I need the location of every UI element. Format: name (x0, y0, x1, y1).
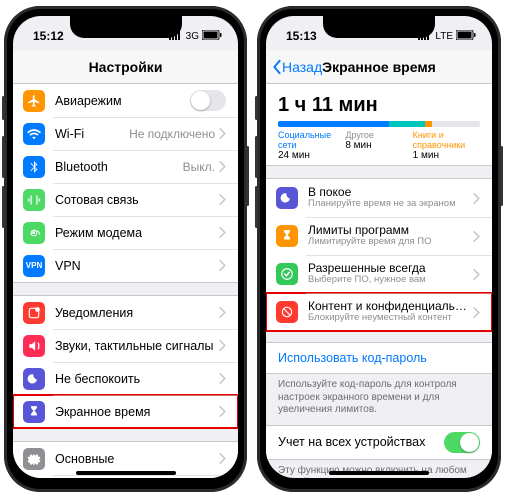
battery-icon (456, 30, 476, 43)
phone-screentime: 15:13 LTE Назад Экранное время 1 ч 11 ми… (257, 6, 501, 492)
total-time[interactable]: 1 ч 11 мин (266, 84, 492, 121)
row-label: Режим модема (55, 226, 219, 240)
chevron-right-icon (219, 227, 226, 238)
dnd-icon (23, 368, 45, 390)
settings-row-screentime[interactable]: Экранное время (13, 395, 238, 428)
feature-text: В покоеПланируйте время не за экраном (308, 186, 473, 211)
usage-seg-1 (389, 121, 425, 127)
settings-row-cc[interactable]: Пункт управления (13, 475, 238, 478)
screentime-icon (23, 401, 45, 423)
settings-row-cell[interactable]: Сотовая связь (13, 183, 238, 216)
battery-icon (202, 30, 222, 43)
usage-bar[interactable]: Социальные сети24 минДругое8 минКниги и … (266, 121, 492, 166)
status-time: 15:13 (282, 29, 317, 43)
row-label: Авиарежим (55, 94, 190, 108)
ban-icon (276, 301, 298, 323)
home-indicator[interactable] (76, 471, 176, 475)
row-label: VPN (55, 259, 219, 273)
chevron-right-icon (219, 194, 226, 205)
back-button[interactable]: Назад (272, 59, 322, 75)
legend-0: Социальные сети24 мин (278, 130, 345, 161)
share-switch[interactable] (444, 432, 480, 453)
cell-icon (23, 189, 45, 211)
chevron-right-icon (219, 340, 226, 351)
feature-moon[interactable]: В покоеПланируйте время не за экраном (266, 179, 492, 217)
settings-row-notif[interactable]: Уведомления (13, 296, 238, 329)
sound-icon (23, 335, 45, 357)
feature-text: Лимиты программЛимитируйте время для ПО (308, 224, 473, 249)
chevron-right-icon (219, 453, 226, 464)
hotspot-icon (23, 222, 45, 244)
gear-icon (23, 448, 45, 470)
hourglass-icon (276, 225, 298, 247)
passcode-note: Используйте код-пароль для контроля наст… (266, 374, 492, 417)
settings-row-airplane[interactable]: Авиарежим (13, 84, 238, 117)
settings-row-bt[interactable]: BluetoothВыкл. (13, 150, 238, 183)
share-label: Учет на всех устройствах (278, 435, 444, 449)
settings-row-sound[interactable]: Звуки, тактильные сигналы (13, 329, 238, 362)
row-label: Уведомления (55, 306, 219, 320)
check-icon (276, 263, 298, 285)
chevron-right-icon (219, 406, 226, 417)
notch (323, 16, 435, 38)
chevron-right-icon (219, 128, 226, 139)
moon-icon (276, 187, 298, 209)
chevron-right-icon (219, 307, 226, 318)
chevron-right-icon (473, 193, 480, 204)
settings-row-hotspot[interactable]: Режим модема (13, 216, 238, 249)
row-label: Основные (55, 452, 219, 466)
chevron-right-icon (219, 373, 226, 384)
row-label: Экранное время (55, 405, 219, 419)
vpn-icon: VPN (23, 255, 45, 277)
notch (70, 16, 182, 38)
settings-row-wifi[interactable]: Wi-FiНе подключено (13, 117, 238, 150)
bt-icon (23, 156, 45, 178)
feature-text: Разрешенные всегдаВыберите ПО, нужное ва… (308, 262, 473, 287)
airplane-icon (23, 90, 45, 112)
usage-seg-0 (278, 121, 389, 127)
settings-row-dnd[interactable]: Не беспокоить (13, 362, 238, 395)
row-label: Bluetooth (55, 160, 183, 174)
chevron-right-icon (473, 231, 480, 242)
share-row[interactable]: Учет на всех устройствах (266, 425, 492, 460)
usage-seg-2 (425, 121, 431, 127)
chevron-right-icon (219, 161, 226, 172)
settings-list[interactable]: АвиарежимWi-FiНе подключеноBluetoothВыкл… (13, 84, 238, 478)
switch[interactable] (190, 90, 226, 111)
passcode-link[interactable]: Использовать код-пароль (266, 342, 492, 374)
phone-settings: 15:12 3G Настройки Авиарежим Wi-FiНе подк… (4, 6, 247, 492)
legend-1: Другое8 мин (345, 130, 412, 161)
nav-title: Экранное время (322, 59, 436, 75)
status-time: 15:12 (29, 29, 64, 43)
feature-text: Контент и конфиденциальностьБлокируйте н… (308, 300, 473, 325)
nav-bar: Настройки (13, 50, 238, 84)
feature-ban[interactable]: Контент и конфиденциальностьБлокируйте н… (266, 293, 492, 331)
nav-bar: Назад Экранное время (266, 50, 492, 84)
feature-hourglass[interactable]: Лимиты программЛимитируйте время для ПО (266, 217, 492, 255)
notif-icon (23, 302, 45, 324)
screentime-content[interactable]: 1 ч 11 мин Социальные сети24 минДругое8 … (266, 84, 492, 478)
network-label: LTE (435, 31, 453, 42)
row-label: Сотовая связь (55, 193, 219, 207)
nav-title: Настройки (89, 59, 163, 75)
settings-row-vpn[interactable]: VPN VPN (13, 249, 238, 282)
home-indicator[interactable] (329, 471, 429, 475)
row-label: Не беспокоить (55, 372, 219, 386)
back-label: Назад (282, 59, 322, 75)
chevron-right-icon (473, 307, 480, 318)
chevron-right-icon (473, 269, 480, 280)
feature-check[interactable]: Разрешенные всегдаВыберите ПО, нужное ва… (266, 255, 492, 293)
share-note: Эту функцию можно включить на любом устр… (266, 460, 492, 479)
network-label: 3G (186, 31, 199, 42)
row-label: Звуки, тактильные сигналы (55, 339, 219, 353)
row-label: Wi-Fi (55, 127, 129, 141)
legend-2: Книги и справочники1 мин (413, 130, 480, 161)
chevron-right-icon (219, 260, 226, 271)
row-status: Выкл. (183, 160, 215, 174)
row-status: Не подключено (129, 127, 215, 141)
wifi-icon (23, 123, 45, 145)
